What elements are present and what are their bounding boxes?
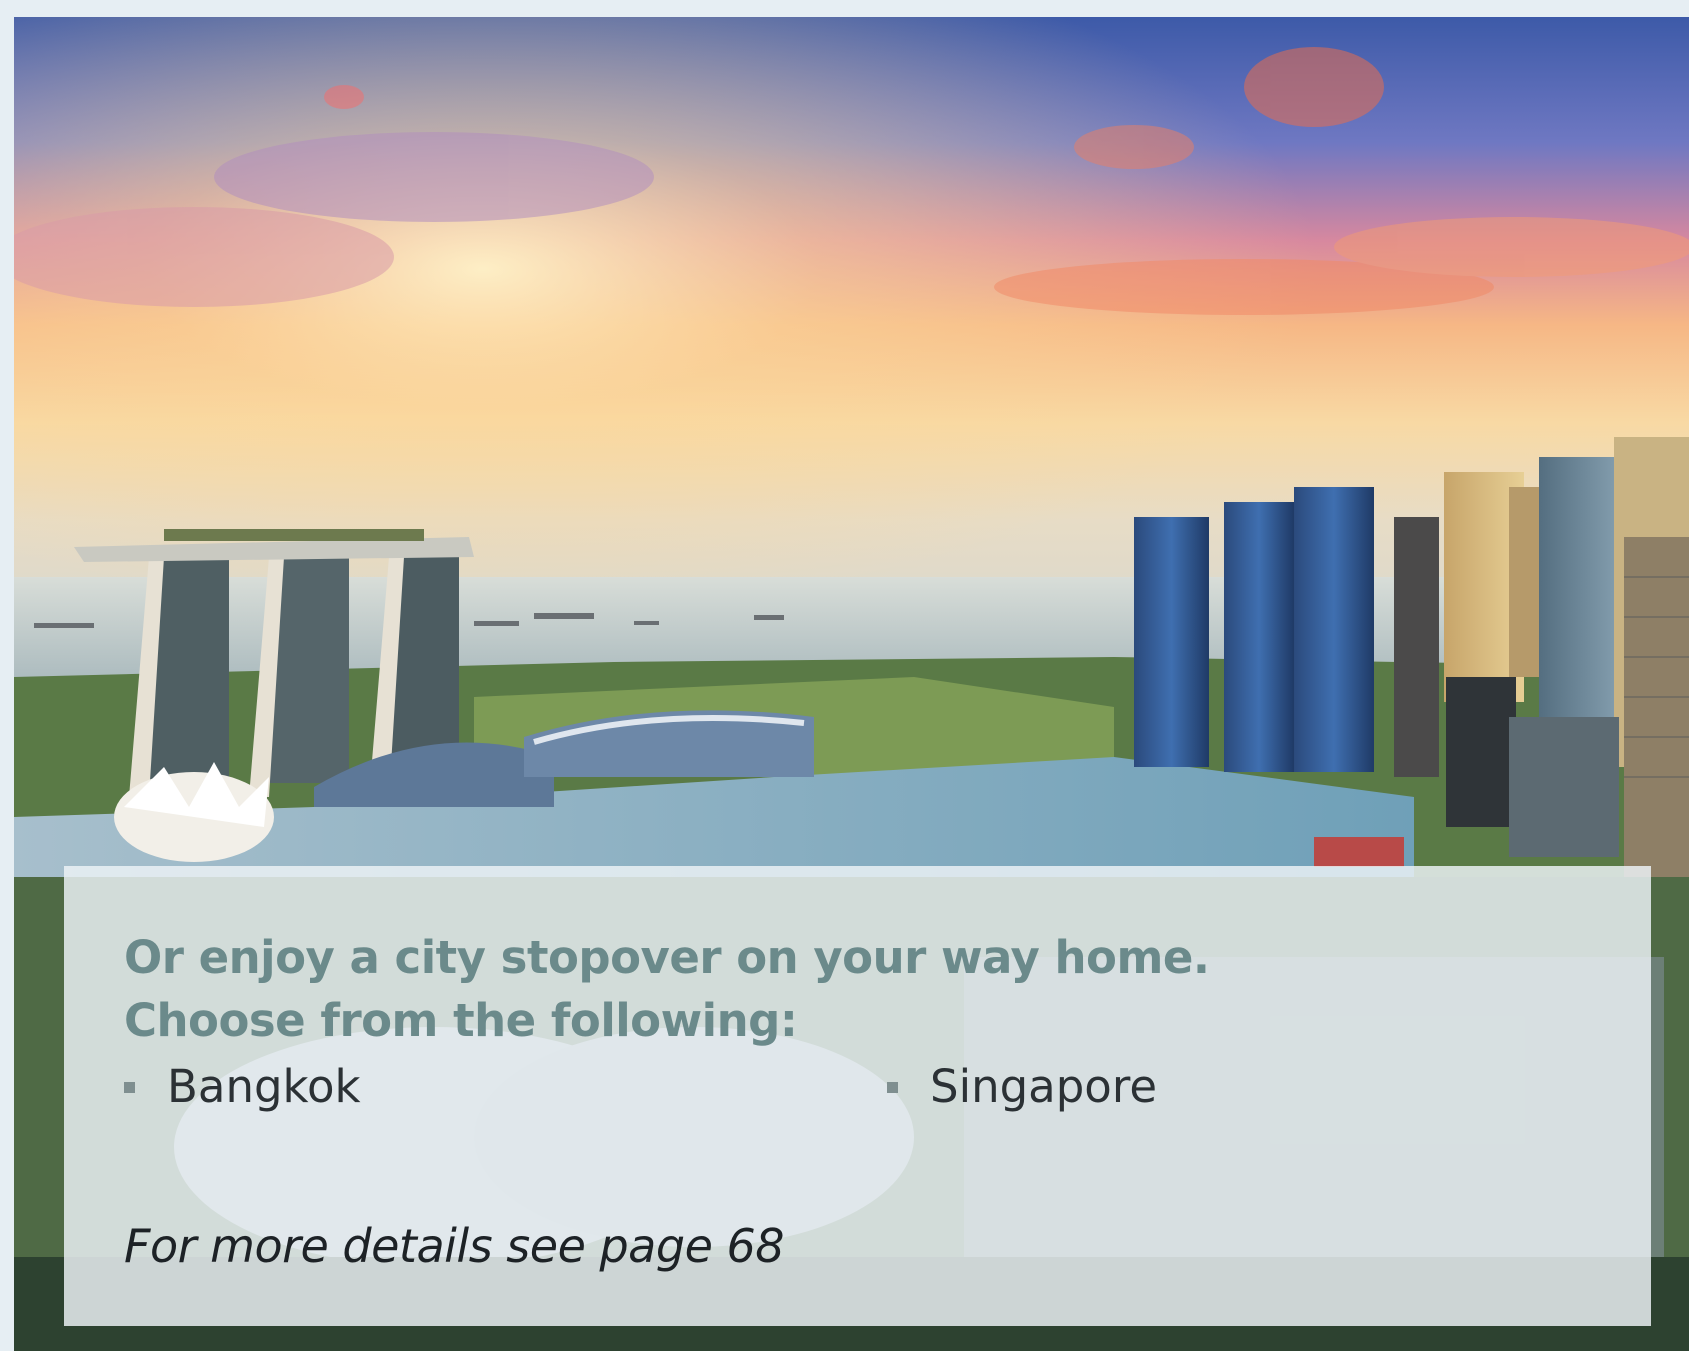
city-name: Bangkok <box>167 1059 361 1113</box>
square-bullet-icon <box>124 1081 135 1093</box>
list-item: Singapore <box>887 1058 1157 1114</box>
stopover-heading: Or enjoy a city stopover on your way hom… <box>124 926 1210 1052</box>
page-reference-note: For more details see page 68 <box>124 1219 785 1273</box>
square-bullet-icon <box>887 1081 898 1093</box>
stopover-info-panel: Or enjoy a city stopover on your way hom… <box>64 866 1651 1326</box>
city-name: Singapore <box>930 1059 1158 1113</box>
heading-line-2: Choose from the following: <box>124 994 798 1047</box>
heading-line-1: Or enjoy a city stopover on your way hom… <box>124 931 1210 984</box>
list-item: Bangkok <box>124 1058 361 1114</box>
